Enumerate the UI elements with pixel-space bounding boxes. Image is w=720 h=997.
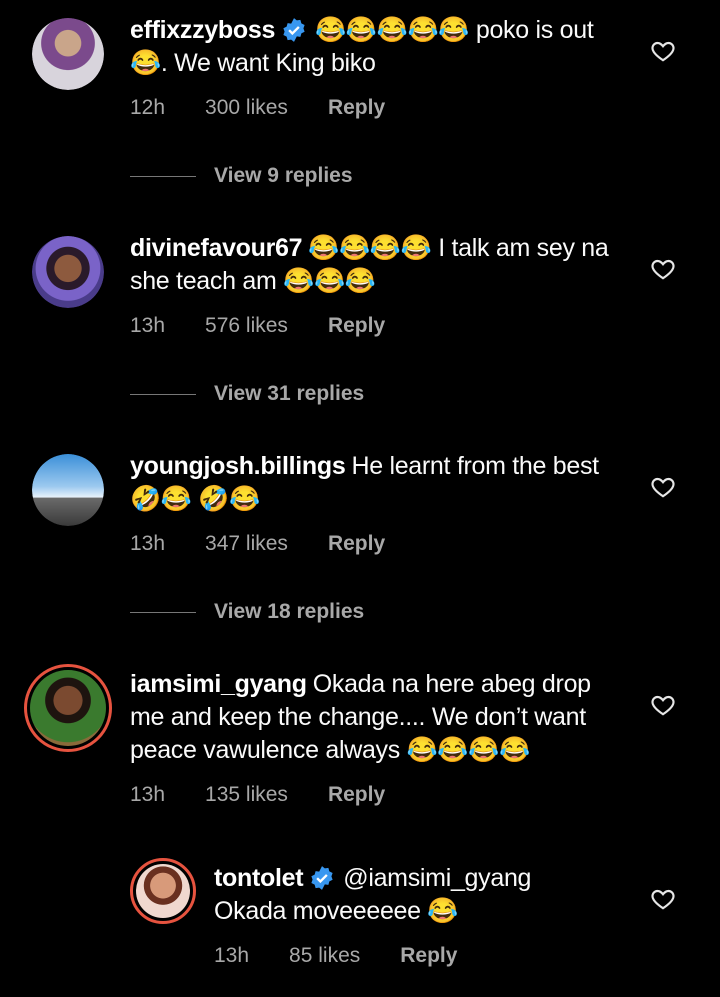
comment-meta: 13h 135 likes Reply bbox=[130, 783, 425, 807]
avatar[interactable] bbox=[32, 18, 104, 90]
reply-button[interactable]: Reply bbox=[328, 314, 385, 338]
view-replies-button[interactable]: View 18 replies bbox=[130, 600, 364, 624]
heart-icon[interactable] bbox=[650, 474, 676, 500]
reply-button[interactable]: Reply bbox=[328, 96, 385, 120]
comment-text: youngjosh.billings He learnt from the bes… bbox=[130, 450, 630, 516]
heart-icon[interactable] bbox=[650, 886, 676, 912]
likes-count[interactable]: 85 likes bbox=[289, 944, 360, 968]
likes-count[interactable]: 300 likes bbox=[205, 96, 288, 120]
reply-button[interactable]: Reply bbox=[328, 783, 385, 807]
avatar[interactable] bbox=[32, 236, 104, 308]
heart-icon[interactable] bbox=[650, 38, 676, 64]
comment-text: tontolet @iamsimi_gyang Okada moveeeeee 😂 bbox=[214, 862, 594, 928]
view-replies-button[interactable]: View 31 replies bbox=[130, 382, 364, 406]
timestamp: 13h bbox=[214, 944, 250, 967]
verified-badge-icon bbox=[283, 18, 305, 42]
view-replies-button[interactable]: View 9 replies bbox=[130, 164, 353, 188]
comment-text: effixzzyboss 😂😂😂😂😂 poko is out 😂. We want… bbox=[130, 14, 610, 80]
username[interactable]: iamsimi_gyang bbox=[130, 670, 307, 698]
avatar-with-story-ring[interactable] bbox=[24, 664, 112, 752]
divider bbox=[130, 611, 196, 613]
likes-count[interactable]: 347 likes bbox=[205, 532, 288, 556]
comment-meta: 13h 347 likes Reply bbox=[130, 532, 425, 556]
timestamp: 12h bbox=[130, 96, 166, 119]
reply-button[interactable]: Reply bbox=[400, 944, 457, 968]
verified-badge-icon bbox=[311, 866, 333, 890]
timestamp: 13h bbox=[130, 532, 166, 555]
comment-meta: 13h 85 likes Reply bbox=[214, 944, 497, 968]
heart-icon[interactable] bbox=[650, 692, 676, 718]
divider bbox=[130, 393, 196, 395]
view-replies-label: View 18 replies bbox=[214, 600, 365, 623]
timestamp: 13h bbox=[130, 783, 166, 806]
likes-count[interactable]: 576 likes bbox=[205, 314, 288, 338]
comment-text: iamsimi_gyang Okada na here abeg drop me … bbox=[130, 668, 600, 767]
avatar-with-story-ring[interactable] bbox=[130, 858, 196, 924]
username[interactable]: divinefavour67 bbox=[130, 234, 303, 262]
comment-text: divinefavour67 😂😂😂😂 I talk am sey na she … bbox=[130, 232, 630, 298]
likes-count[interactable]: 135 likes bbox=[205, 783, 288, 807]
username[interactable]: youngjosh.billings bbox=[130, 452, 346, 480]
avatar[interactable] bbox=[32, 454, 104, 526]
view-replies-label: View 9 replies bbox=[214, 164, 353, 187]
comment-meta: 13h 576 likes Reply bbox=[130, 314, 425, 338]
username[interactable]: effixzzyboss bbox=[130, 16, 275, 44]
timestamp: 13h bbox=[130, 314, 166, 337]
divider bbox=[130, 175, 196, 177]
comment-meta: 12h 300 likes Reply bbox=[130, 96, 425, 120]
reply-button[interactable]: Reply bbox=[328, 532, 385, 556]
view-replies-label: View 31 replies bbox=[214, 382, 365, 405]
heart-icon[interactable] bbox=[650, 256, 676, 282]
username[interactable]: tontolet bbox=[214, 864, 304, 892]
